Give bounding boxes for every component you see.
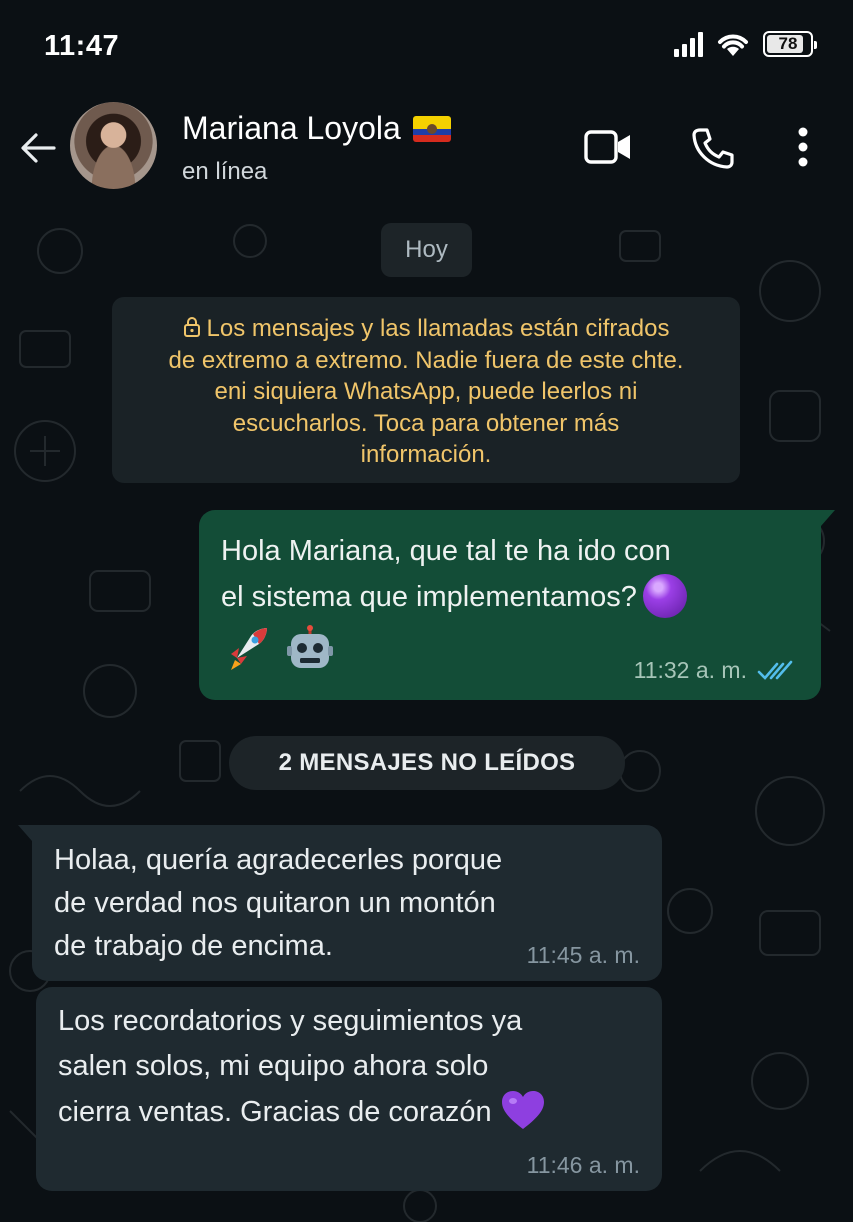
encryption-line-1: Los mensajes y las llamadas están cifrad… <box>136 313 716 345</box>
purple-heart-emoji <box>501 1091 544 1129</box>
date-chip: Hoy <box>381 223 472 277</box>
encryption-line-4: escucharlos. Toca para obtener más <box>232 409 620 437</box>
ecuador-flag-icon <box>412 115 451 142</box>
voice-call-icon[interactable] <box>690 126 734 170</box>
encryption-line-5: información. <box>360 441 492 468</box>
rocket-emoji <box>231 628 267 670</box>
clock: 11:47 <box>44 30 120 62</box>
outgoing-message-meta: 11:32 a. m. <box>634 657 795 684</box>
battery-level: 78 <box>778 34 798 53</box>
status-bar: 11:47 78 <box>0 0 853 96</box>
outgoing-message[interactable]: Hola Mariana, que tal te ha ido con el s… <box>199 510 835 700</box>
status-icons: 78 <box>674 30 817 58</box>
encryption-line-2: de extremo a extremo. Nadie fuera de est… <box>168 346 684 374</box>
double-check-read-icon <box>757 660 793 680</box>
incoming-message[interactable]: Holaa, quería agradecerles porque de ver… <box>18 825 662 981</box>
contact-name[interactable]: Mariana Loyola <box>182 110 451 147</box>
encryption-notice[interactable]: Los mensajes y las llamadas están cifrad… <box>112 297 740 483</box>
chat-area[interactable]: Hoy Los mensajes y las llamadas están ci… <box>0 211 853 1222</box>
signal-icon <box>674 31 703 57</box>
video-call-icon[interactable] <box>584 128 632 166</box>
wifi-icon <box>718 34 748 56</box>
incoming-message-text: Los recordatorios y seguimientos ya sale… <box>58 999 638 1135</box>
avatar[interactable] <box>70 102 157 189</box>
message-time: 11:45 a. m. <box>526 942 640 968</box>
encryption-line-3: eni siquiera WhatsApp, puede leerlos ni <box>214 378 638 405</box>
lock-icon <box>183 317 200 337</box>
contact-name-text: Mariana Loyola <box>182 110 401 146</box>
chat-header: Mariana Loyola en línea <box>0 96 853 211</box>
back-arrow-icon[interactable] <box>18 128 58 168</box>
message-time: 11:46 a. m. <box>526 1152 640 1178</box>
more-options-icon[interactable] <box>796 126 810 168</box>
unread-messages-divider: 2 MENSAJES NO LEÍDOS <box>229 736 625 790</box>
message-time: 11:32 a. m. <box>633 657 747 683</box>
incoming-message[interactable]: Los recordatorios y seguimientos ya sale… <box>36 987 662 1191</box>
robot-emoji <box>287 625 334 668</box>
purple-circle-emoji <box>642 574 687 618</box>
contact-status: en línea <box>182 158 268 185</box>
battery-icon: 78 <box>763 31 817 57</box>
